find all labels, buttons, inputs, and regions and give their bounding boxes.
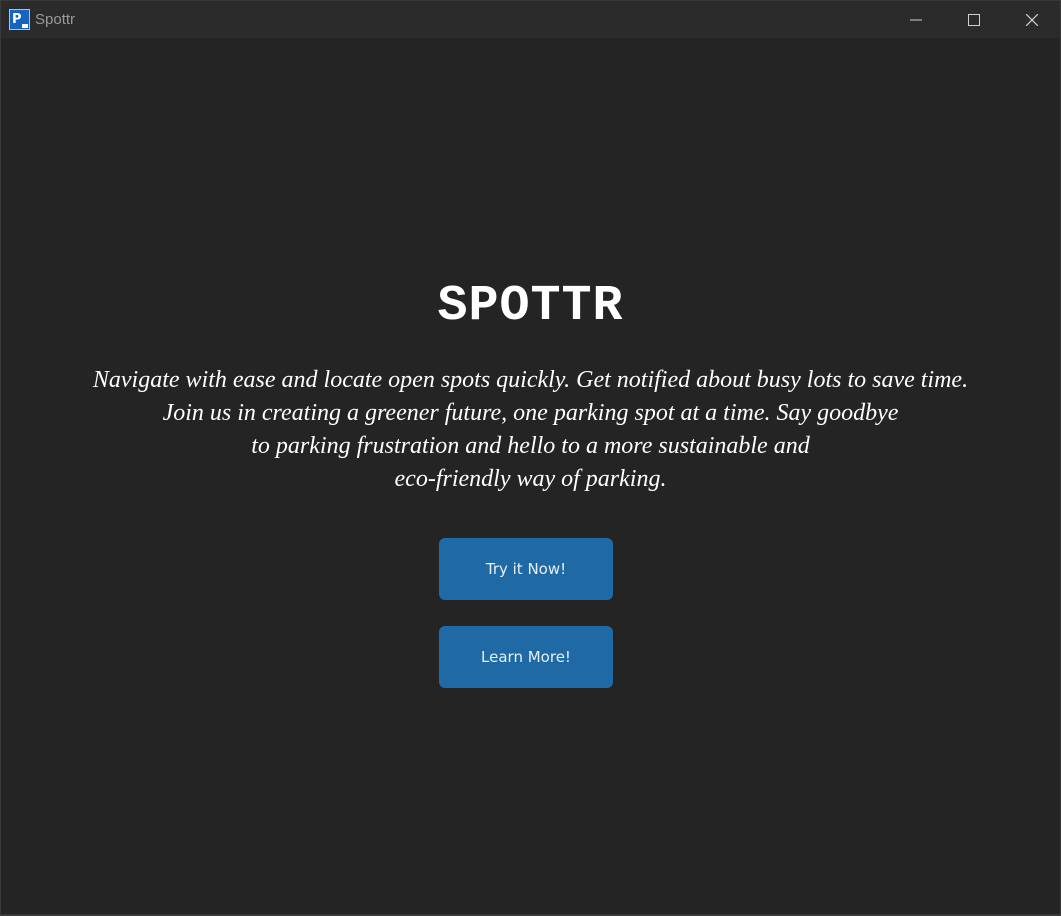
app-headline: SPOTTR — [437, 278, 624, 335]
close-button[interactable] — [1003, 1, 1061, 38]
parking-app-icon: P — [9, 9, 30, 30]
tagline: Navigate with ease and locate open spots… — [41, 364, 1020, 496]
tagline-line: Navigate with ease and locate open spots… — [92, 367, 969, 393]
learn-more-button[interactable]: Learn More! — [439, 626, 613, 688]
app-icon-letter: P — [12, 12, 22, 27]
close-icon — [1026, 13, 1038, 26]
minimize-icon — [910, 19, 922, 20]
window-title: Spottr — [35, 11, 76, 28]
maximize-button[interactable] — [945, 1, 1003, 38]
main-content: SPOTTR Navigate with ease and locate ope… — [1, 38, 1060, 914]
title-bar[interactable]: P Spottr — [1, 0, 1060, 38]
tagline-line: eco-friendly way of parking. — [394, 466, 667, 492]
tagline-line: to parking frustration and hello to a mo… — [251, 433, 810, 459]
try-it-now-button[interactable]: Try it Now! — [439, 538, 613, 600]
minimize-button[interactable] — [887, 1, 945, 38]
maximize-icon — [968, 13, 980, 26]
tagline-line: Join us in creating a greener future, on… — [162, 400, 899, 426]
app-window: P Spottr SPOTTR Navigate with ease and l… — [0, 0, 1061, 916]
